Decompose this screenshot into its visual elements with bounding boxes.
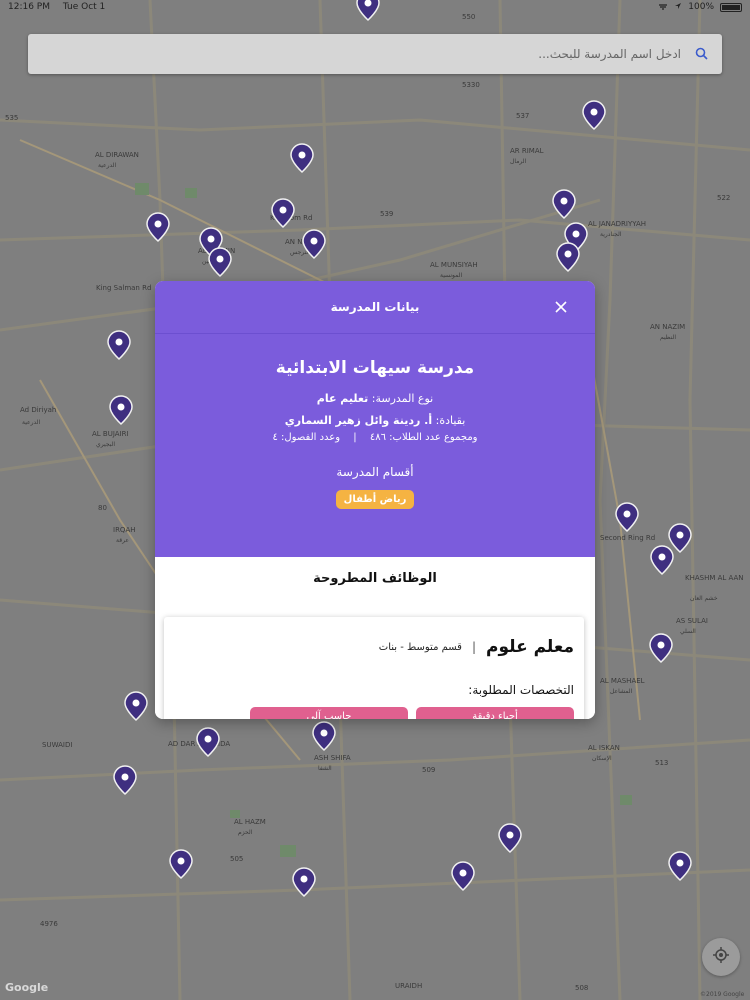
students-label: ومجموع عدد الطلاب: bbox=[389, 432, 478, 443]
map-label-ar: الإسكان bbox=[592, 755, 612, 762]
classes-value: ٤ bbox=[272, 432, 278, 443]
map-label: 5330 bbox=[462, 81, 480, 89]
jobs-title: الوظائف المطروحة bbox=[313, 571, 437, 586]
map-label-ar: خشم العان bbox=[690, 595, 718, 602]
students-value: ٤٨٦ bbox=[369, 432, 386, 443]
map-label: AL MASHAEL bbox=[600, 677, 645, 685]
map-label: 508 bbox=[575, 984, 588, 992]
school-info: نوع المدرسة: تعليم عام بقيادة: أ. ردينة … bbox=[155, 388, 595, 432]
crosshair-icon bbox=[712, 946, 730, 968]
map-label: Second Ring Rd bbox=[600, 534, 655, 542]
job-separator: | bbox=[471, 640, 477, 654]
map-label: ASH SHIFA bbox=[314, 754, 351, 762]
school-modal: بيانات المدرسة مدرسة سيهات الابتدائية نو… bbox=[155, 281, 595, 719]
map-copyright: ©2019 Google bbox=[700, 991, 745, 998]
map-label: 535 bbox=[5, 114, 18, 122]
map-label: KHASHM AL AAN bbox=[685, 574, 744, 582]
map-label: SUWAIDI bbox=[42, 741, 72, 749]
map-label-ar: الدرعية bbox=[22, 419, 40, 426]
requirements-tags: أحياء دقيقة حاسب آلي bbox=[174, 707, 574, 719]
stats-separator: | bbox=[353, 432, 357, 443]
map-label-ar: عرقة bbox=[116, 537, 129, 544]
map-label: 550 bbox=[462, 13, 475, 21]
status-date: Tue Oct 1 bbox=[62, 2, 106, 12]
sections-title: أقسام المدرسة bbox=[336, 465, 414, 479]
map-label-ar: البجيري bbox=[96, 441, 115, 448]
map-label-ar: الشفا bbox=[318, 765, 332, 772]
map-label-ar: المونسية bbox=[440, 272, 462, 279]
google-logo: Google bbox=[5, 981, 49, 994]
map-label-ar: المشاعل bbox=[610, 688, 633, 695]
map-label: AL JANADRIYYAH bbox=[588, 220, 646, 228]
school-leader-label: بقيادة: bbox=[435, 414, 466, 427]
map-label: 513 bbox=[655, 759, 668, 767]
map-label: AN NAZIM bbox=[650, 323, 685, 331]
map-label: AL HAZM bbox=[234, 818, 266, 826]
map-label: 80 bbox=[98, 504, 107, 512]
map-label: 539 bbox=[380, 210, 393, 218]
map-label: 4976 bbox=[40, 920, 58, 928]
requirement-tag: حاسب آلي bbox=[250, 707, 408, 719]
school-info-panel: بيانات المدرسة مدرسة سيهات الابتدائية نو… bbox=[155, 281, 595, 557]
status-bar: 12:16 PM Tue Oct 1 100% bbox=[0, 0, 750, 14]
modal-title: بيانات المدرسة bbox=[330, 300, 420, 314]
map-label: AR RIMAL bbox=[510, 147, 544, 155]
battery-icon bbox=[720, 2, 742, 12]
school-name: مدرسة سيهات الابتدائية bbox=[275, 358, 475, 378]
close-icon[interactable] bbox=[553, 299, 569, 315]
school-stats: ومجموع عدد الطلاب: ٤٨٦ | وعدد الفصول: ٤ bbox=[155, 432, 595, 443]
map-label: IRQAH bbox=[113, 526, 136, 534]
map-label: AL ISKAN bbox=[588, 744, 620, 752]
search-bar[interactable] bbox=[28, 34, 722, 74]
map-label: URAIDH bbox=[395, 982, 422, 990]
map-label-ar: الدرعية bbox=[98, 162, 116, 169]
map-label-ar: السلي bbox=[680, 628, 696, 635]
map-label: AL MUNSIYAH bbox=[430, 261, 478, 269]
map-label: AL DIRAWAN bbox=[95, 151, 139, 159]
job-header: معلم علوم | قسم متوسط - بنات bbox=[174, 637, 574, 657]
battery-fill bbox=[722, 4, 740, 10]
map-label: 509 bbox=[422, 766, 435, 774]
map-label: King Salman Rd bbox=[96, 284, 151, 292]
map-label-ar: الرمال bbox=[510, 158, 527, 165]
battery-percent: 100% bbox=[688, 2, 714, 12]
my-location-button[interactable] bbox=[702, 938, 740, 976]
map-label: AL BUJAIRI bbox=[92, 430, 129, 438]
map-label-ar: الحزم bbox=[238, 829, 253, 836]
job-card[interactable]: معلم علوم | قسم متوسط - بنات التخصصات ال… bbox=[164, 617, 584, 719]
requirements-title: التخصصات المطلوبة: bbox=[468, 683, 574, 697]
status-right: 100% bbox=[658, 2, 742, 13]
map-label-ar: الجنادرية bbox=[600, 231, 622, 238]
classes-label: وعدد الفصول: bbox=[281, 432, 341, 443]
school-type-label: نوع المدرسة: bbox=[371, 392, 434, 405]
status-time: 12:16 PM bbox=[8, 2, 50, 12]
job-department: قسم متوسط - بنات bbox=[378, 641, 462, 653]
map-label-ar: النظيم bbox=[660, 334, 676, 341]
map-label: 522 bbox=[717, 194, 730, 202]
map-label: AS SULAI bbox=[676, 617, 708, 625]
map-label: 537 bbox=[516, 112, 529, 120]
school-leader-value: أ. ردينة وائل زهير السماري bbox=[284, 414, 433, 427]
job-title: معلم علوم bbox=[486, 637, 574, 657]
map-label: 505 bbox=[230, 855, 243, 863]
requirement-tag: أحياء دقيقة bbox=[416, 707, 574, 719]
map-label: Ad Diriyah bbox=[20, 406, 56, 414]
sections-list: رياض أطفال bbox=[155, 487, 595, 509]
search-input[interactable] bbox=[42, 46, 683, 62]
school-type-row: نوع المدرسة: تعليم عام bbox=[155, 388, 595, 410]
school-leader-row: بقيادة: أ. ردينة وائل زهير السماري bbox=[155, 410, 595, 432]
location-icon bbox=[674, 2, 682, 13]
signal-icon bbox=[658, 2, 668, 13]
search-icon[interactable] bbox=[695, 45, 708, 64]
modal-header: بيانات المدرسة bbox=[155, 281, 595, 334]
section-chip: رياض أطفال bbox=[335, 490, 415, 509]
school-type-value: تعليم عام bbox=[316, 392, 369, 405]
status-left: 12:16 PM Tue Oct 1 bbox=[8, 2, 115, 12]
jobs-panel: الوظائف المطروحة معلم علوم | قسم متوسط -… bbox=[155, 557, 595, 719]
